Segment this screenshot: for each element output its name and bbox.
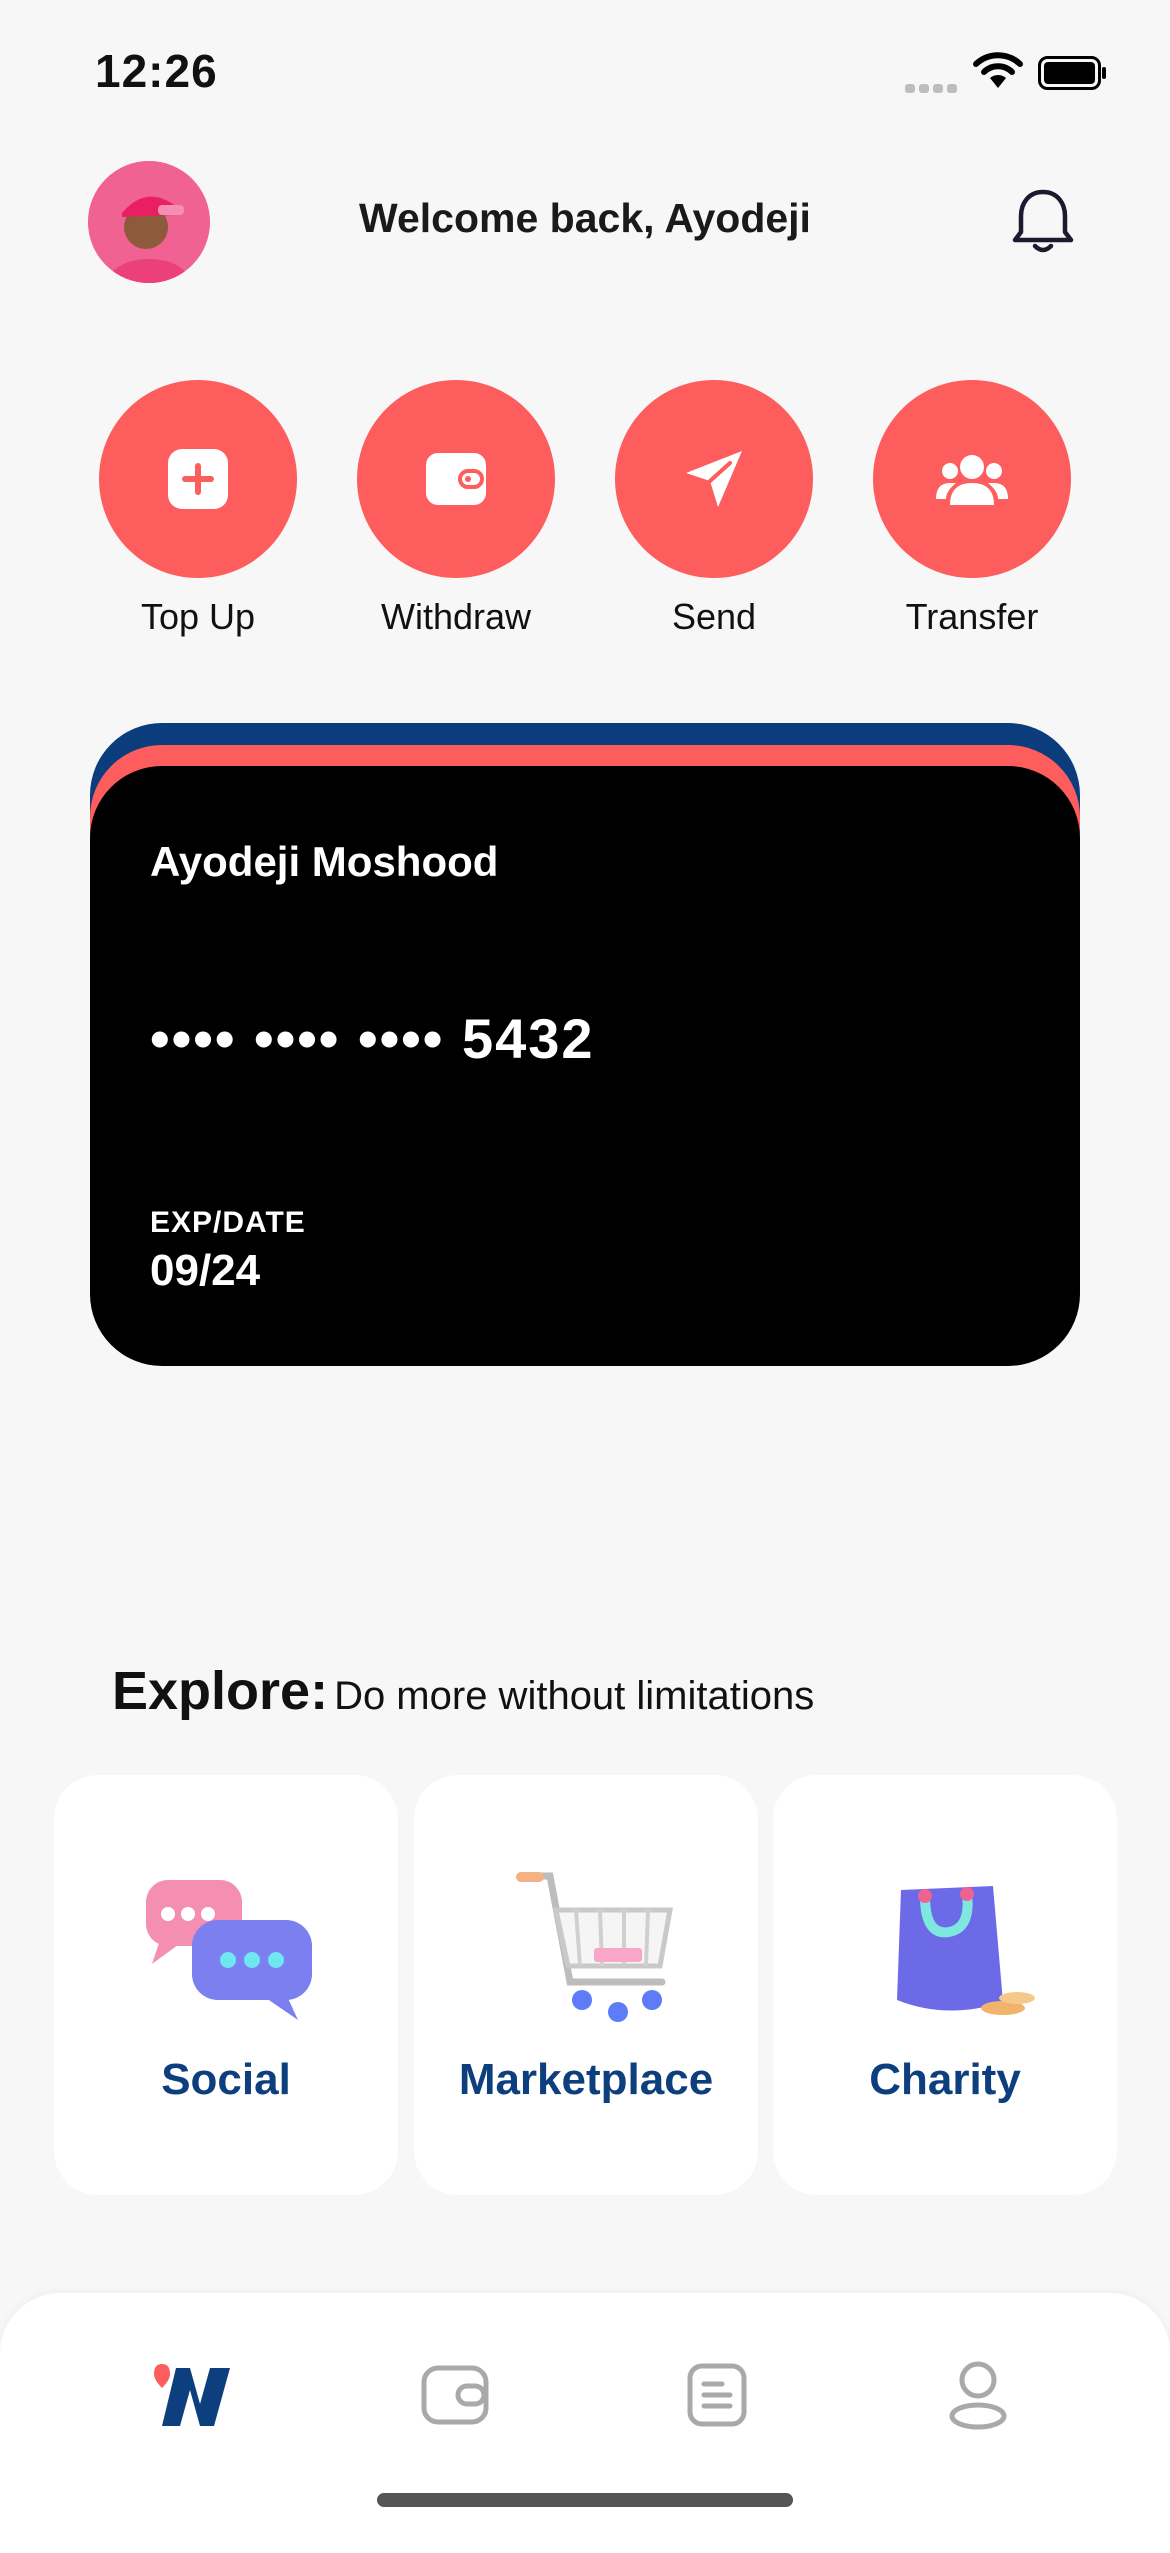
- explore-title: Explore:: [112, 1661, 329, 1721]
- status-time: 12:26: [95, 45, 218, 97]
- nav-profile[interactable]: [933, 2350, 1023, 2440]
- document-icon: [687, 2363, 747, 2427]
- welcome-message: Welcome back, Ayodeji: [359, 195, 811, 241]
- explore-tile-marketplace[interactable]: Marketplace: [414, 1775, 758, 2195]
- shopping-cart-icon: [516, 1872, 673, 2022]
- card-exp-label: EXP/DATE: [150, 1206, 306, 1239]
- card-exp-date: 09/24: [150, 1246, 261, 1295]
- transfer-label: Transfer: [905, 596, 1039, 637]
- wallet-icon: [426, 453, 486, 505]
- brand-logo-icon: [154, 2364, 230, 2426]
- shopping-bag-icon: [897, 1886, 1035, 2015]
- explore-tile-social-label: Social: [161, 2055, 291, 2104]
- explore-tile-charity-label: Charity: [869, 2055, 1021, 2104]
- transfer-button[interactable]: Transfer: [873, 380, 1071, 638]
- withdraw-button[interactable]: Withdraw: [357, 380, 555, 638]
- card-holder-name: Ayodeji Moshood: [150, 838, 499, 885]
- send-icon: [686, 451, 742, 507]
- users-icon: [936, 455, 1008, 505]
- plus-square-icon: [168, 449, 228, 509]
- card-number: •••• •••• •••• 5432: [150, 1007, 595, 1070]
- explore-tile-charity[interactable]: Charity: [773, 1775, 1117, 2195]
- nav-wallet[interactable]: [410, 2350, 500, 2440]
- top-up-label: Top Up: [140, 596, 256, 637]
- wifi-icon: [973, 52, 1023, 88]
- bank-card[interactable]: Ayodeji Moshood •••• •••• •••• 5432 EXP/…: [90, 766, 1080, 1366]
- chat-bubbles-icon: [146, 1880, 312, 2020]
- explore-heading: Explore: Do more without limitations: [112, 1660, 814, 1722]
- nav-transactions[interactable]: [672, 2350, 762, 2440]
- explore-subtitle: Do more without limitations: [334, 1674, 815, 1718]
- send-button[interactable]: Send: [615, 380, 813, 638]
- wallet-icon: [421, 2365, 489, 2425]
- battery-icon: [1038, 56, 1106, 90]
- top-up-button[interactable]: Top Up: [99, 380, 297, 638]
- explore-tile-social[interactable]: Social: [54, 1775, 398, 2195]
- explore-tile-marketplace-label: Marketplace: [458, 2055, 714, 2104]
- bell-icon[interactable]: [1003, 182, 1083, 262]
- home-indicator[interactable]: [377, 2493, 793, 2507]
- withdraw-label: Withdraw: [380, 596, 532, 637]
- send-label: Send: [671, 596, 757, 637]
- nav-home[interactable]: [148, 2350, 238, 2440]
- cellular-signal-icon: [905, 80, 961, 98]
- user-icon: [949, 2361, 1007, 2430]
